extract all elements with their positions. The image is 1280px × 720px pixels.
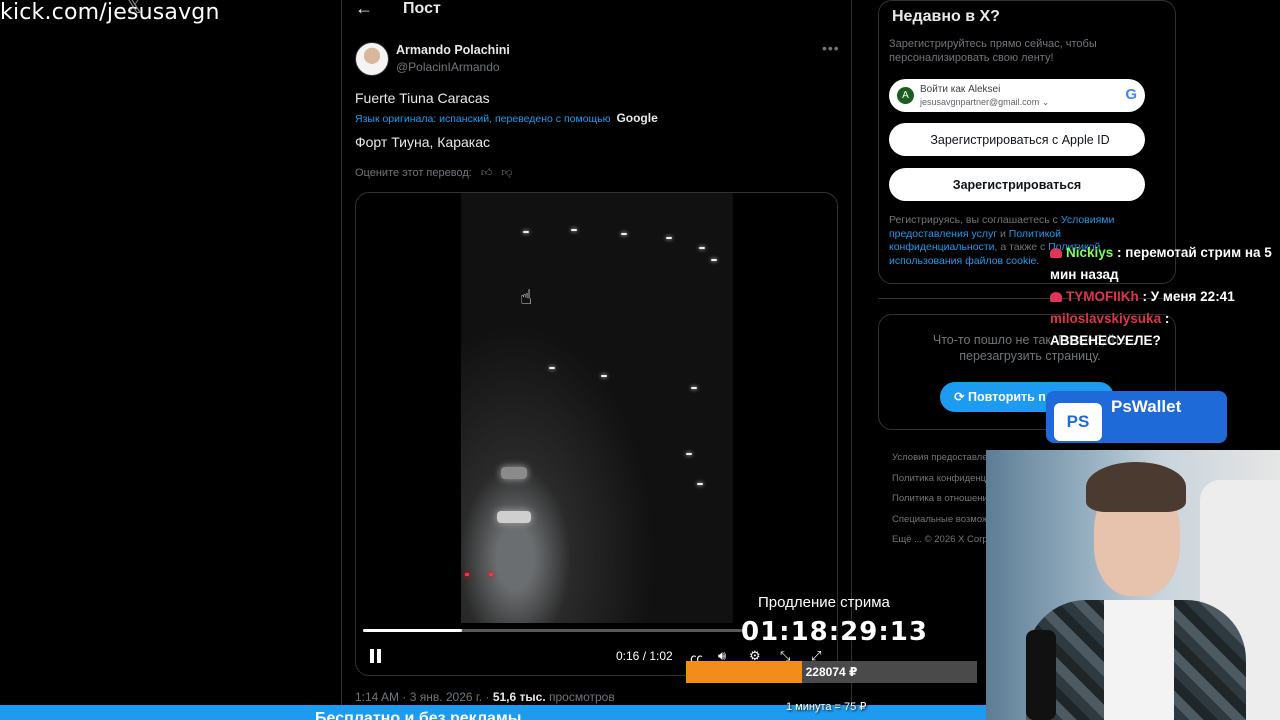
google-signin-button[interactable]: A Войти как Aleksei jesusavgnpartner@gma… bbox=[889, 79, 1145, 112]
heart-badge-icon bbox=[1050, 292, 1062, 303]
post-text: Fuerte Tiuna Caracas bbox=[355, 90, 490, 106]
sponsor-name: PsWallet bbox=[1111, 397, 1182, 416]
chat-username: miloslavskiysuka bbox=[1050, 311, 1162, 326]
subathon-bar: 228074 ₽ bbox=[686, 661, 977, 683]
chat-text: АВВЕНЕСУЕЛЕ? bbox=[1050, 333, 1161, 348]
video-progress-fill bbox=[363, 629, 462, 632]
thumbs-up-icon[interactable]: 👍︎ bbox=[481, 167, 493, 179]
google-g-icon: G bbox=[1125, 86, 1137, 103]
google-logo-icon: Google bbox=[616, 111, 658, 125]
chat-message: TYMOFIIKh : У меня 22:41 bbox=[1050, 286, 1278, 308]
signup-label: Зарегистрироваться bbox=[952, 177, 1082, 192]
post-meta: 1:14 AM · 3 янв. 2026 г. · 51,6 тыс. про… bbox=[355, 690, 615, 704]
hand-cursor-icon: ☝ bbox=[520, 287, 533, 309]
subathon-rate: 1 минута = 75 ₽ bbox=[786, 701, 867, 713]
pause-icon[interactable] bbox=[370, 649, 382, 663]
google-email-text: jesusavgnpartner@gmail.com bbox=[920, 97, 1040, 107]
google-account-avatar: A bbox=[897, 87, 914, 104]
post-timestamp[interactable]: 1:14 AM · 3 янв. 2026 г. · bbox=[355, 690, 489, 704]
bottom-banner-text: Бесплатно и без рекламы bbox=[315, 710, 522, 720]
author-handle[interactable]: @PolacinIArmando bbox=[396, 60, 500, 74]
column-divider-right bbox=[851, 0, 852, 720]
legal-and: и bbox=[999, 227, 1006, 240]
stream-chat: Nickiys : перемотай стрим на 5 мин назад… bbox=[1050, 242, 1278, 352]
column-divider-left bbox=[341, 0, 342, 720]
video-progress-bar[interactable] bbox=[363, 629, 743, 632]
arrow-left-icon[interactable]: ← bbox=[355, 0, 373, 19]
chevron-down-icon: ⌄ bbox=[1041, 97, 1050, 107]
signup-title: Недавно в X? bbox=[892, 8, 1000, 25]
translation-note-text[interactable]: Язык оригинала: испанский, переведено с … bbox=[355, 113, 611, 125]
heart-badge-icon bbox=[1050, 248, 1062, 259]
avatar[interactable] bbox=[355, 42, 389, 76]
views-count: 51,6 тыс. bbox=[492, 690, 546, 704]
google-signin-name: Войти как Aleksei bbox=[920, 84, 1001, 95]
legal-prefix: Регистрируясь, вы соглашаетесь с bbox=[889, 214, 1058, 226]
chat-text: У меня 22:41 bbox=[1150, 289, 1235, 304]
chat-message: Nickiys : перемотай стрим на 5 мин назад bbox=[1050, 245, 1272, 282]
apple-signup-button[interactable]: Зарегистрироваться с Apple ID bbox=[889, 123, 1145, 156]
stream-watermark: kick.com/jesusavgn bbox=[0, 0, 220, 25]
page-title: Пост bbox=[403, 0, 441, 17]
chat-message: miloslavskiysuka : АВВЕНЕСУЕЛЕ? bbox=[1050, 311, 1170, 348]
legal-also: , а также с bbox=[994, 241, 1046, 253]
chat-username: TYMOFIIKh bbox=[1066, 289, 1139, 304]
video-time: 0:16 / 1:02 bbox=[616, 649, 673, 663]
translated-text: Форт Тиуна, Каракас bbox=[355, 134, 490, 150]
signup-subtitle: Зарегистрируйтесь прямо сейчас, чтобы пе… bbox=[889, 38, 1097, 64]
thumbs-down-icon[interactable]: 👎︎ bbox=[501, 167, 512, 179]
rate-prompt: Оцените этот перевод: bbox=[355, 167, 472, 179]
pswallet-logo-icon: PS bbox=[1054, 403, 1102, 441]
views-label: просмотров bbox=[549, 690, 615, 704]
streamer-webcam bbox=[986, 450, 1280, 720]
more-options-icon[interactable]: ••• bbox=[822, 40, 840, 56]
google-signin-email: jesusavgnpartner@gmail.com ⌄ bbox=[920, 97, 1049, 108]
subathon-amount: 228074 ₽ bbox=[805, 665, 858, 679]
apple-signup-label: Зарегистрироваться с Apple ID bbox=[930, 132, 1110, 147]
x-logo-icon: 𝕏 bbox=[126, 0, 143, 18]
author-name[interactable]: Armando Polachini bbox=[396, 43, 510, 57]
video-frame[interactable] bbox=[461, 193, 733, 623]
subathon-label: Продление стрима bbox=[758, 594, 890, 611]
subathon-timer: 01:18:29:13 bbox=[741, 617, 928, 647]
chat-username: Nickiys bbox=[1066, 245, 1114, 260]
translation-note[interactable]: Язык оригинала: испанский, переведено с … bbox=[355, 111, 658, 125]
rate-translation: Оцените этот перевод: 👍︎ 👎︎ bbox=[355, 166, 513, 179]
signup-button[interactable]: Зарегистрироваться bbox=[889, 168, 1145, 201]
sponsor-banner: PS PsWallet bbox=[1046, 391, 1227, 443]
refresh-icon: ⟳ bbox=[954, 390, 965, 404]
